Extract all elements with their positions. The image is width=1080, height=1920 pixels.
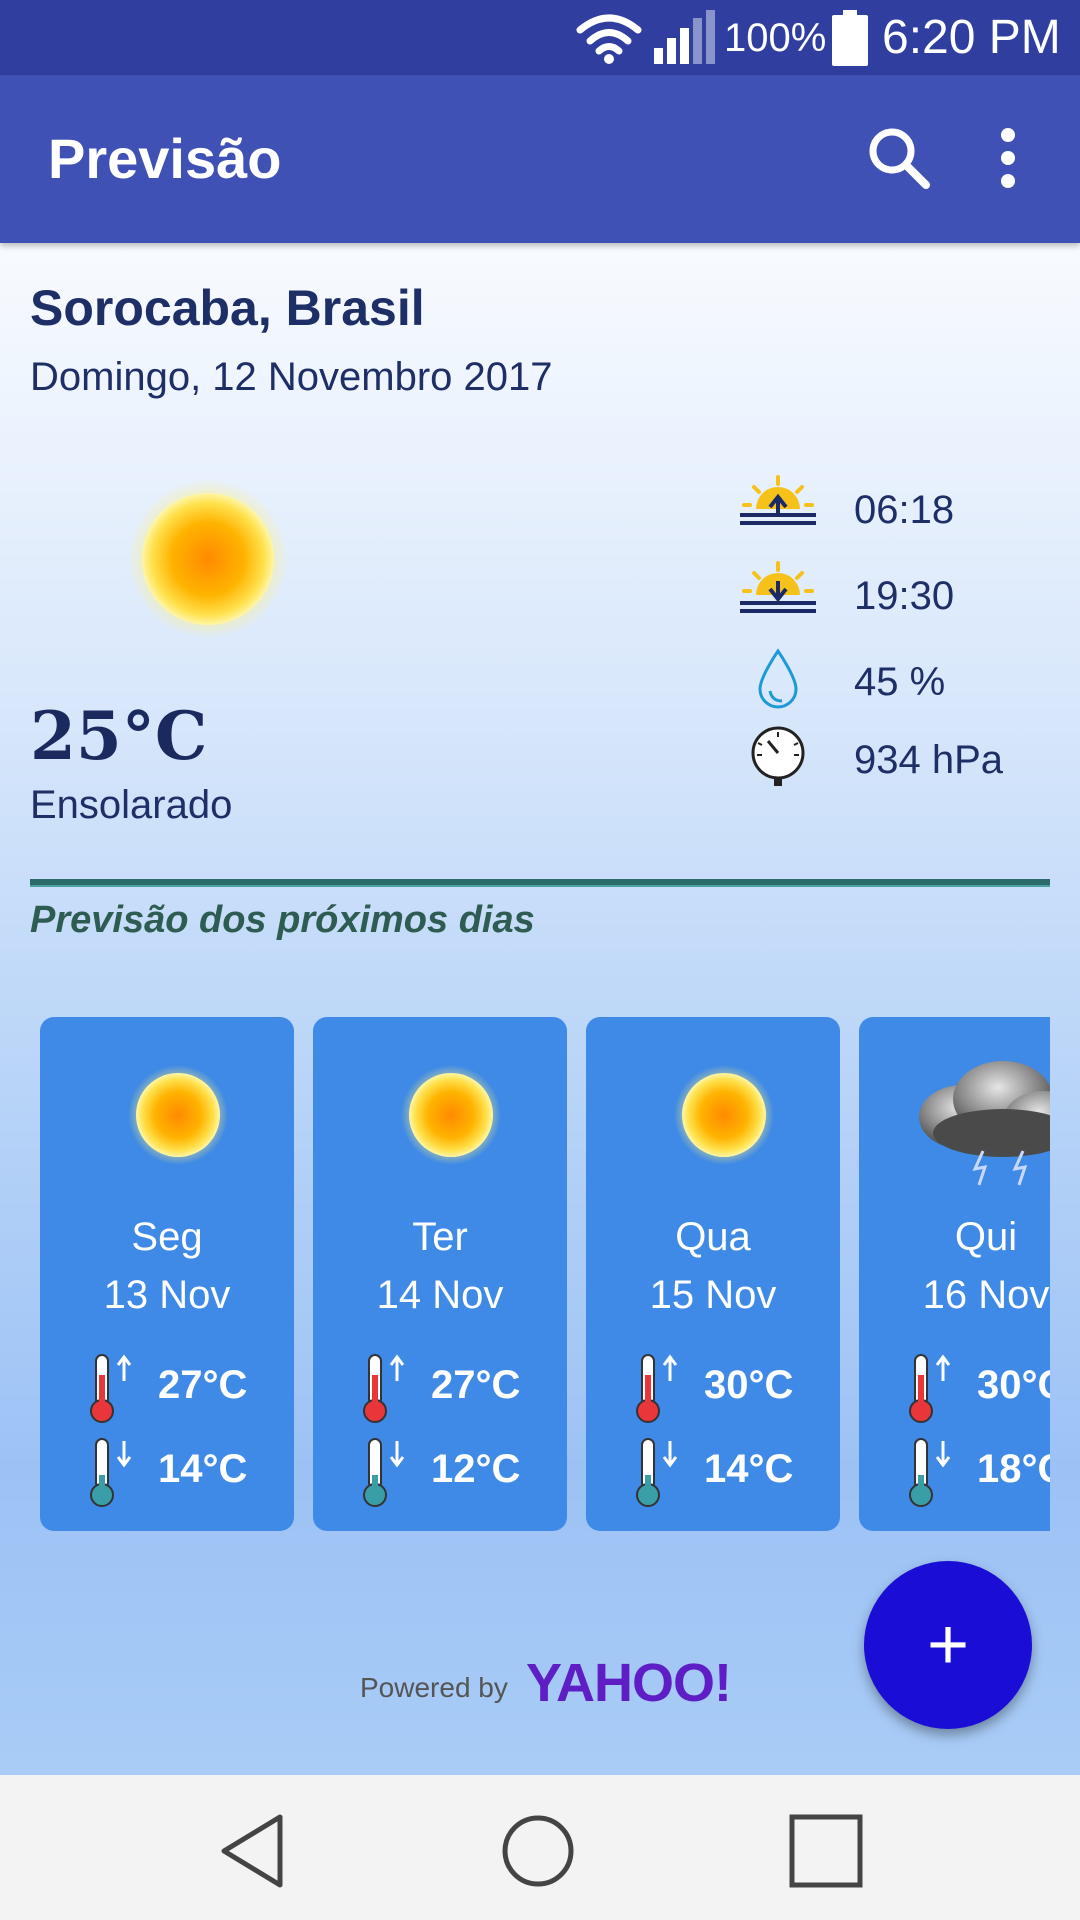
storm-cloud-icon (919, 1061, 1050, 1186)
sunrise-time: 06:18 (854, 488, 955, 532)
yahoo-logo: YAHOO! (526, 1653, 732, 1713)
thermometer-high-icon (90, 1354, 132, 1423)
forecast-min-temp: 14°C (704, 1447, 794, 1491)
thermometer-high-icon (636, 1354, 678, 1423)
navigation-bar (0, 1775, 1080, 1920)
wifi-icon (576, 14, 642, 64)
forecast-card-thu[interactable]: Qui 16 Nov 30°C 18°C (859, 1017, 1050, 1531)
powered-by-label: Powered by (360, 1672, 508, 1703)
home-icon[interactable] (498, 1811, 578, 1891)
forecast-date: 16 Nov (922, 1273, 1050, 1317)
forecast-min-temp: 14°C (158, 1447, 248, 1491)
app-title: Previsão (48, 127, 282, 190)
current-temperature: 25°C (30, 697, 208, 775)
forecast-card-tue[interactable]: Ter 14 Nov 27°C 12°C (313, 1017, 567, 1531)
barometer-icon (751, 726, 805, 786)
humidity-value: 45 % (854, 660, 946, 704)
forecast-card-mon[interactable]: Seg 13 Nov 27°C 14°C (40, 1017, 294, 1531)
current-date: Domingo, 12 Novembro 2017 (30, 355, 553, 399)
pressure-row: 934 hPa (738, 725, 1058, 795)
water-drop-icon (758, 648, 798, 709)
thermometer-low-icon (90, 1438, 132, 1507)
recents-icon[interactable] (786, 1811, 866, 1891)
thermometer-low-icon (636, 1438, 678, 1507)
forecast-section-title: Previsão dos próximos dias (30, 899, 535, 941)
pressure-value: 934 hPa (854, 738, 1004, 782)
app-bar: Previsão (0, 75, 1080, 243)
section-divider (30, 879, 1050, 887)
forecast-max-temp: 27°C (158, 1363, 248, 1407)
sun-icon (401, 1065, 501, 1165)
thermometer-low-icon (363, 1438, 405, 1507)
forecast-date: 13 Nov (103, 1273, 231, 1317)
forecast-min-temp: 12°C (431, 1447, 521, 1491)
plus-icon: + (926, 1605, 970, 1685)
current-condition: Ensolarado (30, 783, 233, 827)
status-bar: 100% 6:20 PM (0, 0, 1080, 75)
forecast-max-temp: 27°C (431, 1363, 521, 1407)
forecast-day: Seg (131, 1215, 203, 1259)
forecast-day: Qua (675, 1215, 751, 1259)
forecast-day: Qui (954, 1215, 1018, 1259)
thermometer-low-icon (909, 1438, 951, 1507)
sunset-row: 19:30 (738, 561, 1058, 631)
sunrise-row: 06:18 (738, 475, 1058, 545)
forecast-date: 14 Nov (376, 1273, 504, 1317)
forecast-card-wed[interactable]: Qua 15 Nov 30°C 14°C (586, 1017, 840, 1531)
thermometer-high-icon (909, 1354, 951, 1423)
forecast-min-temp: 18°C (977, 1447, 1050, 1491)
back-icon[interactable] (214, 1811, 294, 1891)
signal-icon (654, 10, 715, 64)
add-city-button[interactable]: + (864, 1561, 1032, 1729)
sun-icon (128, 479, 288, 639)
search-icon[interactable] (866, 125, 932, 191)
sunrise-icon (740, 475, 816, 525)
forecast-max-temp: 30°C (704, 1363, 794, 1407)
city-name: Sorocaba, Brasil (30, 280, 425, 336)
battery-icon (832, 10, 868, 66)
forecast-max-temp: 30°C (977, 1363, 1050, 1407)
forecast-day: Ter (412, 1215, 468, 1259)
battery-percent: 100% (724, 16, 827, 60)
weather-content: Sorocaba, Brasil Domingo, 12 Novembro 20… (0, 243, 1080, 1775)
sunset-icon (740, 561, 816, 613)
forecast-list[interactable]: Seg 13 Nov 27°C 14°C Ter 14 Nov 27°C 12°… (0, 1017, 1050, 1537)
sun-icon (674, 1065, 774, 1165)
thermometer-high-icon (363, 1354, 405, 1423)
humidity-row: 45 % (738, 647, 1058, 717)
sunset-time: 19:30 (854, 574, 955, 618)
sun-icon (128, 1065, 228, 1165)
status-time: 6:20 PM (882, 11, 1061, 64)
forecast-date: 15 Nov (649, 1273, 777, 1317)
more-vert-icon[interactable] (984, 125, 1032, 191)
